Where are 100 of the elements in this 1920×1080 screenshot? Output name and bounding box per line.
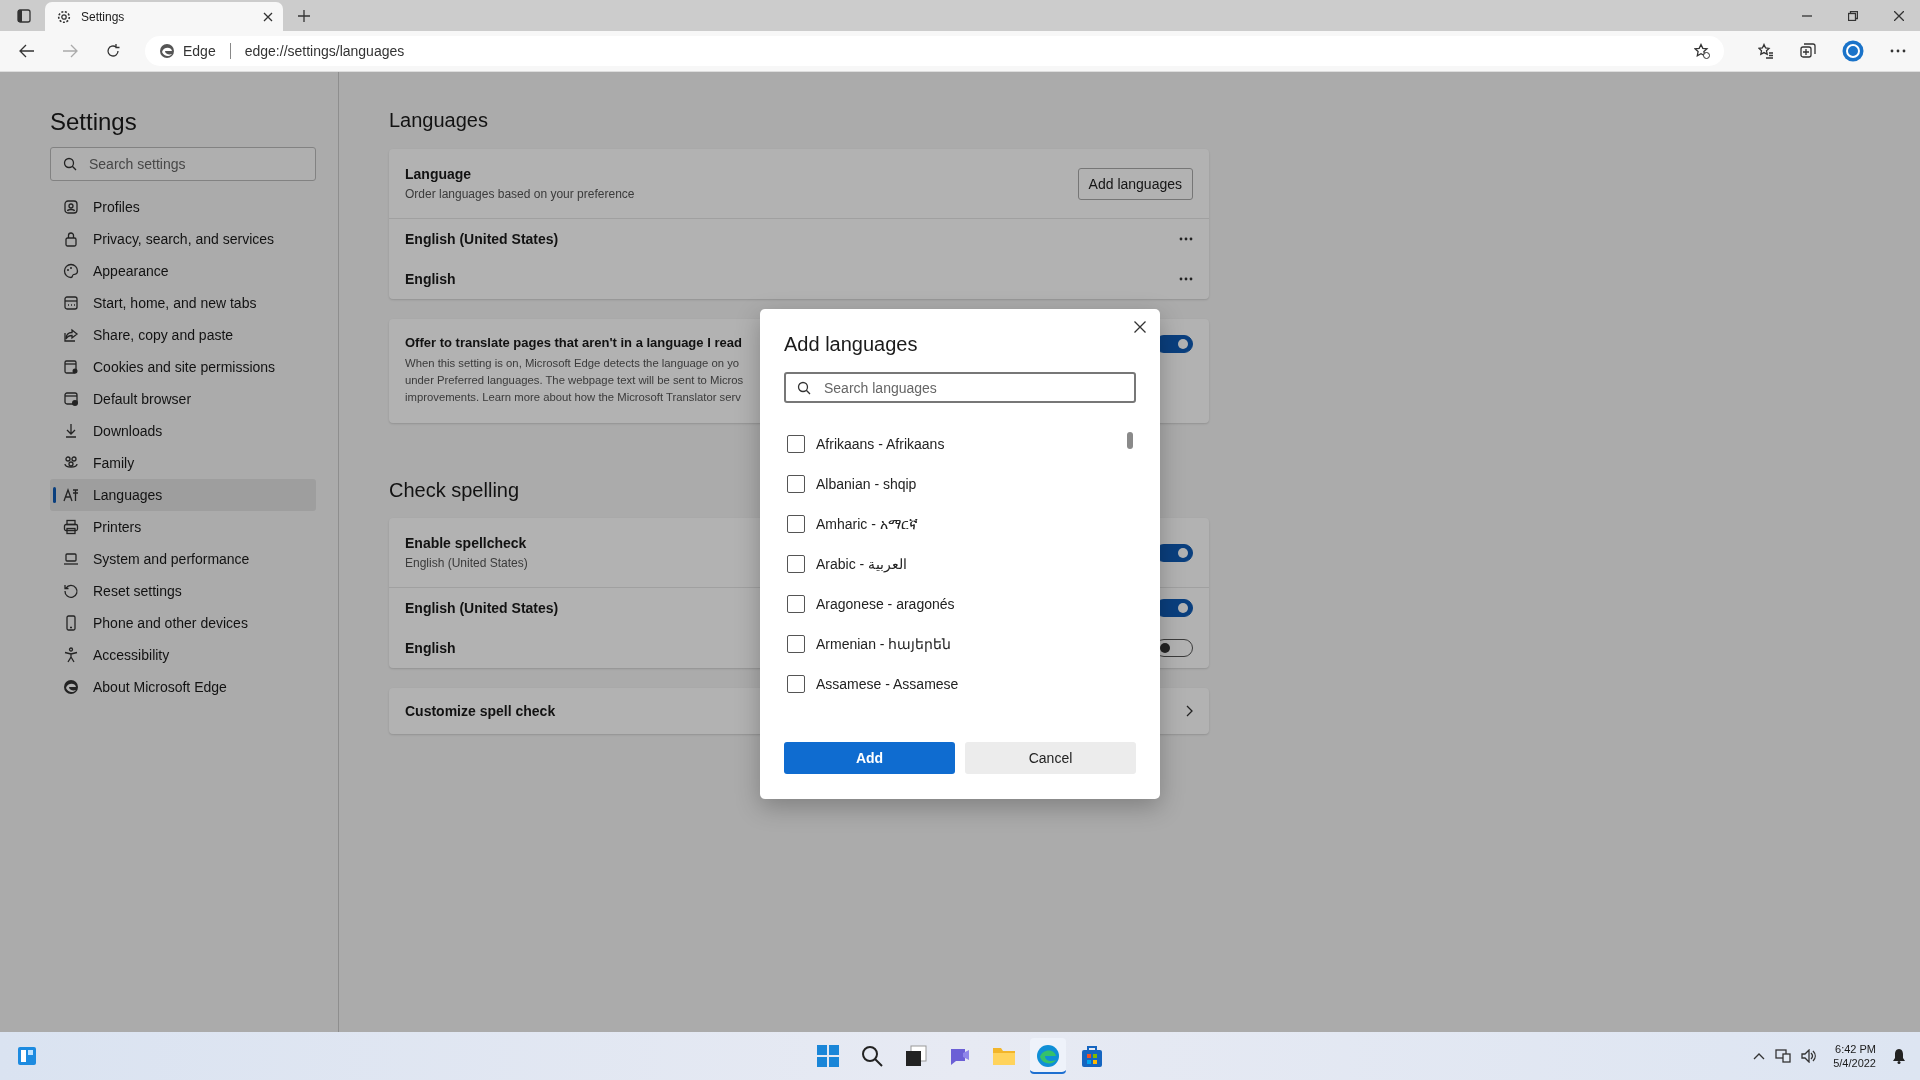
setting-description: improvements. Learn more about how the Microsoft Translator serv bbox=[405, 390, 742, 405]
setting-title: Enable spellcheck bbox=[405, 535, 528, 551]
address-bar[interactable]: Edge edge://settings/languages bbox=[145, 36, 1724, 66]
search-icon[interactable] bbox=[860, 1044, 884, 1068]
language-option[interactable]: Armenian - հայերեն bbox=[816, 636, 952, 652]
checkbox[interactable] bbox=[787, 635, 805, 653]
sidebar-item[interactable]: Accessibility bbox=[50, 639, 316, 671]
task-view-icon[interactable] bbox=[904, 1044, 928, 1068]
edge-logo-icon bbox=[159, 43, 175, 59]
url-text: edge://settings/languages bbox=[244, 43, 405, 59]
laptop-icon bbox=[63, 551, 79, 567]
sidebar-item[interactable]: About Microsoft Edge bbox=[50, 671, 316, 703]
close-icon[interactable] bbox=[1894, 11, 1904, 21]
sidebar-item[interactable]: Cookies and site permissions bbox=[50, 351, 316, 383]
setting-description: English (United States) bbox=[405, 556, 528, 570]
section-heading: Languages bbox=[389, 109, 488, 132]
checkbox[interactable] bbox=[787, 435, 805, 453]
sidebar-item[interactable]: Reset settings bbox=[50, 575, 316, 607]
browser-check-icon bbox=[63, 391, 79, 407]
sidebar-title: Settings bbox=[50, 108, 138, 136]
start-icon[interactable] bbox=[816, 1044, 840, 1068]
sidebar-item[interactable]: Start, home, and new tabs bbox=[50, 287, 316, 319]
cookie-settings-icon bbox=[63, 359, 79, 375]
sidebar-item[interactable]: Profiles bbox=[50, 191, 316, 223]
profile-avatar-icon[interactable] bbox=[1842, 40, 1864, 62]
refresh-icon[interactable] bbox=[105, 43, 121, 59]
edge-logo-icon bbox=[63, 679, 79, 695]
sidebar-toggle-icon[interactable] bbox=[17, 9, 31, 23]
restore-icon[interactable] bbox=[1848, 11, 1858, 21]
sidebar-item[interactable]: Languages bbox=[50, 479, 316, 511]
gear-icon bbox=[57, 10, 71, 24]
sidebar-item[interactable]: Downloads bbox=[50, 415, 316, 447]
sidebar-item[interactable]: System and performance bbox=[50, 543, 316, 575]
tab-title: Settings bbox=[81, 10, 126, 24]
widgets-icon[interactable] bbox=[17, 1046, 37, 1066]
sidebar-item[interactable]: Printers bbox=[50, 511, 316, 543]
language-option[interactable]: Aragonese - aragonés bbox=[816, 596, 955, 612]
notification-bell-icon[interactable] bbox=[1892, 1048, 1906, 1064]
search-icon bbox=[63, 157, 77, 171]
profile-icon bbox=[63, 199, 79, 215]
setting-title: Language bbox=[405, 166, 473, 182]
more-icon[interactable] bbox=[1890, 49, 1906, 53]
site-label: Edge bbox=[183, 43, 216, 59]
download-icon bbox=[63, 423, 79, 439]
browser-tab[interactable]: Settings bbox=[45, 1, 283, 33]
more-icon[interactable] bbox=[1179, 237, 1193, 241]
checkbox[interactable] bbox=[787, 675, 805, 693]
add-favorite-icon[interactable] bbox=[1694, 43, 1710, 59]
chevron-up-icon[interactable] bbox=[1753, 1052, 1766, 1060]
checkbox[interactable] bbox=[787, 555, 805, 573]
lock-icon bbox=[63, 231, 79, 247]
collections-icon[interactable] bbox=[1800, 43, 1816, 59]
language-option[interactable]: Albanian - shqip bbox=[816, 476, 917, 492]
edge-logo-icon[interactable] bbox=[1030, 1038, 1066, 1074]
forward-icon bbox=[62, 44, 78, 58]
add-button[interactable]: Add bbox=[784, 742, 955, 774]
back-icon[interactable] bbox=[19, 44, 35, 58]
sidebar-item[interactable]: Appearance bbox=[50, 255, 316, 287]
checkbox[interactable] bbox=[787, 475, 805, 493]
setting-title: Offer to translate pages that aren't in a language I read bbox=[405, 335, 743, 350]
add-languages-button[interactable]: Add languages bbox=[1077, 167, 1193, 200]
checkbox[interactable] bbox=[787, 595, 805, 613]
family-icon bbox=[63, 455, 79, 471]
sidebar-item[interactable]: Privacy, search, and services bbox=[50, 223, 316, 255]
chevron-right-icon bbox=[1186, 705, 1193, 717]
language-option[interactable]: Assamese - Assamese bbox=[816, 676, 959, 692]
clock-date[interactable]: 5/4/2022 bbox=[1833, 1056, 1876, 1070]
search-icon bbox=[797, 380, 811, 395]
language-name: English (United States) bbox=[405, 231, 559, 247]
sidebar-item[interactable]: Share, copy and paste bbox=[50, 319, 316, 351]
sidebar-item[interactable]: Phone and other devices bbox=[50, 607, 316, 639]
network-icon[interactable] bbox=[1775, 1049, 1792, 1063]
language-option[interactable]: Afrikaans - Afrikaans bbox=[816, 436, 945, 452]
language-name: English bbox=[405, 640, 456, 656]
sidebar-item[interactable]: Default browser bbox=[50, 383, 316, 415]
share-icon bbox=[63, 327, 79, 343]
palette-icon bbox=[63, 263, 79, 279]
language-name: English (United States) bbox=[405, 600, 559, 616]
favorites-icon[interactable] bbox=[1758, 43, 1774, 59]
scrollbar-thumb[interactable] bbox=[1127, 432, 1133, 449]
store-icon[interactable] bbox=[1080, 1044, 1104, 1068]
clock-time[interactable]: 6:42 PM bbox=[1833, 1042, 1876, 1056]
search-field[interactable]: Search languages bbox=[784, 372, 1136, 403]
setting-description: When this setting is on, Microsoft Edge detects the language on yo bbox=[405, 356, 741, 371]
sidebar-item[interactable]: Family bbox=[50, 447, 316, 479]
close-icon[interactable] bbox=[1134, 321, 1146, 333]
volume-icon[interactable] bbox=[1801, 1049, 1818, 1063]
language-option[interactable]: Amharic - አማርኛ bbox=[816, 515, 918, 533]
search-field[interactable]: Search settings bbox=[50, 147, 316, 181]
language-option[interactable]: Arabic - العربية bbox=[816, 556, 908, 572]
setting-title: Customize spell check bbox=[405, 703, 556, 719]
cancel-button[interactable]: Cancel bbox=[965, 742, 1136, 774]
new-tab-icon[interactable] bbox=[297, 9, 311, 23]
language-name: English bbox=[405, 271, 456, 287]
checkbox[interactable] bbox=[787, 515, 805, 533]
close-icon[interactable] bbox=[263, 12, 273, 22]
reset-icon bbox=[63, 583, 79, 599]
more-icon[interactable] bbox=[1179, 277, 1193, 281]
printer-icon bbox=[63, 519, 79, 535]
dialog-title: Add languages bbox=[784, 333, 919, 356]
